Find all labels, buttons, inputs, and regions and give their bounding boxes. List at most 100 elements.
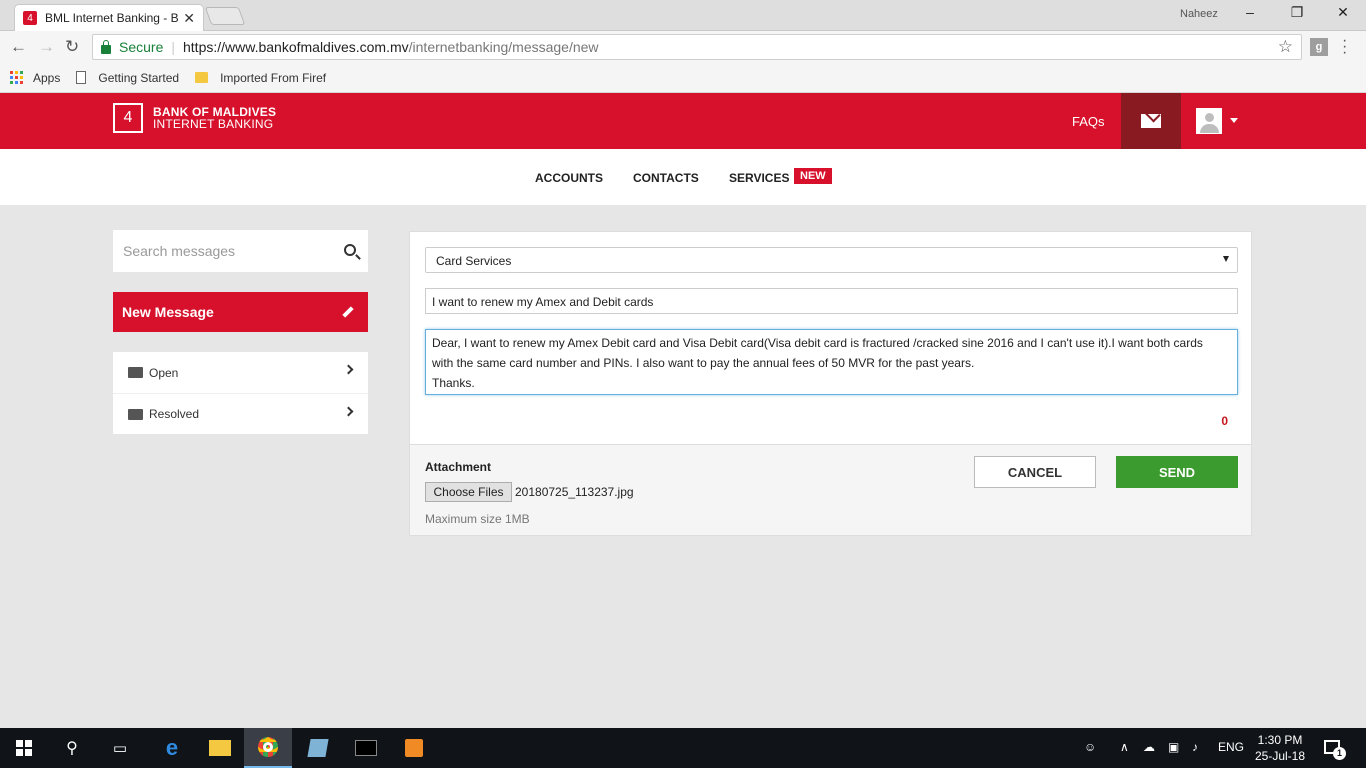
chrome-menu-icon[interactable]: · · ·: [1342, 33, 1347, 61]
bookmarks-bar: Apps Getting Started Imported From Firef: [0, 63, 1366, 93]
messages-button[interactable]: [1121, 93, 1181, 149]
message-folder-list: Open Resolved: [113, 352, 368, 434]
caret-down-icon[interactable]: [1230, 118, 1238, 123]
envelope-icon: [1141, 114, 1161, 128]
bookmark-star-icon[interactable]: ☆: [1278, 37, 1293, 57]
logo-line2: INTERNET BANKING: [153, 117, 274, 131]
clock-time: 1:30 PM: [1257, 733, 1303, 747]
nav-services[interactable]: SERVICES: [729, 171, 789, 185]
bml-logo-icon: 4: [113, 103, 143, 133]
bookmark-apps[interactable]: Apps: [10, 71, 60, 85]
folder-icon: [128, 408, 143, 420]
new-message-label: New Message: [122, 304, 214, 320]
chevron-right-icon: [343, 364, 354, 375]
chrome-taskbar-icon[interactable]: [244, 728, 292, 768]
bookmark-label: Getting Started: [98, 70, 180, 85]
tab-title: BML Internet Banking - B: [45, 11, 179, 25]
task-view-icon[interactable]: ▭: [96, 728, 144, 768]
address-bar[interactable]: Secure | https://www.bankofmaldives.com.…: [92, 34, 1302, 60]
window-close-icon[interactable]: ✕: [1333, 4, 1353, 21]
clock-date: 25-Jul-18: [1254, 749, 1306, 763]
browser-user-name[interactable]: Naheez: [1180, 8, 1218, 20]
open-folder-icon: [128, 367, 143, 378]
browser-tab-bar: 4 BML Internet Banking - B ✕ Naheez – ❐ …: [0, 0, 1366, 31]
bookmark-getting-started[interactable]: Getting Started: [76, 71, 179, 85]
bookmark-imported[interactable]: Imported From Firef: [195, 71, 326, 85]
windows-logo-icon: [16, 740, 32, 756]
cancel-button[interactable]: CANCEL: [974, 456, 1096, 488]
bml-favicon-icon: 4: [23, 11, 37, 25]
folder-label: Open: [149, 365, 179, 380]
user-avatar[interactable]: [1196, 108, 1222, 134]
new-badge: NEW: [794, 168, 832, 184]
subject-input[interactable]: I want to renew my Amex and Debit cards: [425, 288, 1238, 314]
window-restore-icon[interactable]: ❐: [1287, 4, 1307, 21]
bookmark-label: Apps: [33, 70, 61, 85]
people-icon[interactable]: ☺: [1084, 740, 1096, 754]
compose-panel: Card Services I want to renew my Amex an…: [409, 231, 1252, 536]
search-taskbar-icon[interactable]: ⚲: [48, 728, 96, 768]
bank-header: 4 BANK OF MALDIVES INTERNET BANKING FAQs: [0, 93, 1366, 149]
show-hidden-icons-icon[interactable]: ∧: [1120, 740, 1129, 754]
folder-icon: [195, 72, 209, 83]
browser-tab[interactable]: 4 BML Internet Banking - B ✕: [14, 4, 204, 31]
edge-browser-icon[interactable]: e: [148, 728, 196, 768]
nav-contacts[interactable]: CONTACTS: [633, 171, 699, 185]
windows-taskbar: ⚲ ▭ e ☺ ∧ ☁ ▣ ♪ ENG 1:30 PM 25-Jul-18 1: [0, 728, 1366, 768]
start-button[interactable]: [0, 728, 48, 768]
category-value: Card Services: [436, 254, 512, 268]
language-indicator[interactable]: ENG: [1218, 740, 1244, 754]
new-tab-button[interactable]: [204, 7, 246, 25]
attachment-label: Attachment: [425, 460, 492, 474]
main-navigation: ACCOUNTS CONTACTS SERVICES NEW: [0, 149, 1366, 205]
max-size-note: Maximum size 1MB: [425, 512, 530, 526]
apps-grid-icon: [10, 71, 23, 84]
page-icon: [76, 71, 87, 84]
browser-toolbar: ← → ↻ Secure | https://www.bankofmaldive…: [0, 31, 1366, 63]
new-message-button[interactable]: New Message: [113, 292, 368, 332]
pencil-icon: [342, 306, 354, 318]
tab-close-icon[interactable]: ✕: [183, 10, 195, 27]
dropdown-arrow-icon: [1223, 256, 1229, 262]
secure-label: Secure: [119, 39, 164, 55]
url-host: https://www.bankofmaldives.com.mv: [183, 39, 409, 55]
media-player-icon[interactable]: [390, 728, 438, 768]
reload-icon[interactable]: ↻: [65, 37, 79, 57]
onedrive-cloud-icon[interactable]: ☁: [1143, 740, 1155, 754]
address-separator: |: [171, 39, 175, 55]
window-minimize-icon[interactable]: –: [1240, 4, 1260, 20]
forward-arrow-icon[interactable]: →: [38, 37, 55, 57]
system-clock[interactable]: 1:30 PM 25-Jul-18: [1252, 732, 1308, 764]
chevron-right-icon: [343, 406, 354, 417]
network-icon[interactable]: ▣: [1168, 740, 1179, 754]
search-icon[interactable]: [344, 244, 356, 256]
category-select[interactable]: Card Services: [425, 247, 1238, 273]
file-explorer-icon[interactable]: [196, 728, 244, 768]
back-arrow-icon[interactable]: ←: [10, 37, 27, 57]
notepad-icon[interactable]: [294, 728, 342, 768]
body-line: with the same card number and PINs. I al…: [432, 356, 975, 370]
bookmark-label: Imported From Firef: [220, 70, 327, 85]
folder-item-open[interactable]: Open: [113, 352, 368, 393]
volume-icon[interactable]: ♪: [1192, 740, 1198, 754]
body-line: Thanks.: [432, 376, 475, 390]
nav-accounts[interactable]: ACCOUNTS: [535, 171, 603, 185]
command-prompt-icon[interactable]: [342, 728, 390, 768]
bml-logo[interactable]: 4 BANK OF MALDIVES INTERNET BANKING: [113, 103, 276, 133]
extension-icon[interactable]: g: [1310, 38, 1328, 56]
message-body-textarea[interactable]: Dear, I want to renew my Amex Debit card…: [425, 329, 1238, 395]
lock-icon: [101, 39, 111, 54]
character-counter: 0: [1221, 414, 1228, 428]
choose-files-button[interactable]: Choose Files: [425, 482, 512, 502]
attached-file-name: 20180725_113237.jpg: [515, 485, 634, 499]
search-messages-box: [113, 230, 368, 272]
search-input[interactable]: [123, 243, 333, 259]
faqs-link[interactable]: FAQs: [1072, 114, 1105, 129]
body-line: Dear, I want to renew my Amex Debit card…: [432, 336, 1203, 350]
compose-footer: Attachment Choose Files 20180725_113237.…: [410, 444, 1251, 535]
notification-count-badge: 1: [1333, 747, 1346, 760]
url-path: /internetbanking/message/new: [408, 39, 599, 55]
send-button[interactable]: SEND: [1116, 456, 1238, 488]
folder-item-resolved[interactable]: Resolved: [113, 393, 368, 434]
folder-label: Resolved: [149, 407, 200, 421]
